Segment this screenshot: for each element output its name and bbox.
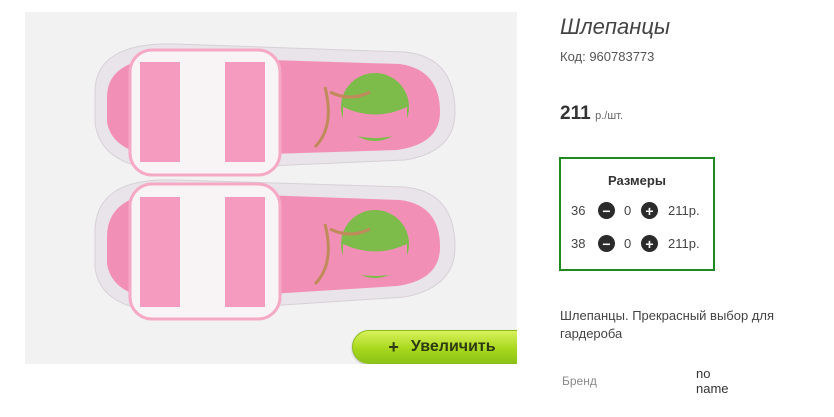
product-image-gallery[interactable]: + Увеличить (25, 12, 517, 364)
decrease-quantity-button[interactable]: − (598, 202, 615, 219)
size-price: 211р. (668, 236, 700, 251)
sizes-header: Размеры (608, 173, 666, 188)
size-price: 211р. (668, 203, 700, 218)
product-price: 211 р./шт. (560, 103, 623, 125)
size-value: 38 (571, 236, 586, 251)
price-amount: 211 (560, 103, 591, 124)
size-value: 36 (571, 203, 586, 218)
increase-quantity-button[interactable]: + (641, 202, 658, 219)
size-row: 36 − 0 + 211р. (571, 202, 711, 220)
product-title: Шлепанцы (560, 14, 671, 39)
decrease-quantity-button[interactable]: − (598, 235, 615, 252)
zoom-button[interactable]: + Увеличить (352, 330, 517, 364)
brand-value: no name (696, 366, 729, 396)
sizes-box: Размеры 36 − 0 + 211р. 38 − 0 + 211р. (559, 157, 715, 271)
size-row: 38 − 0 + 211р. (571, 235, 711, 253)
plus-icon: + (388, 336, 399, 357)
quantity-value: 0 (624, 203, 632, 218)
quantity-value: 0 (624, 236, 632, 251)
price-unit: р./шт. (595, 110, 624, 122)
product-description: Шлепанцы. Прекрасный выбор для гардероба (560, 308, 775, 341)
product-photo (25, 12, 517, 364)
increase-quantity-button[interactable]: + (641, 235, 658, 252)
brand-label: Бренд (562, 374, 597, 388)
product-code: Код: 960783773 (560, 49, 655, 64)
zoom-button-label: Увеличить (410, 338, 496, 355)
